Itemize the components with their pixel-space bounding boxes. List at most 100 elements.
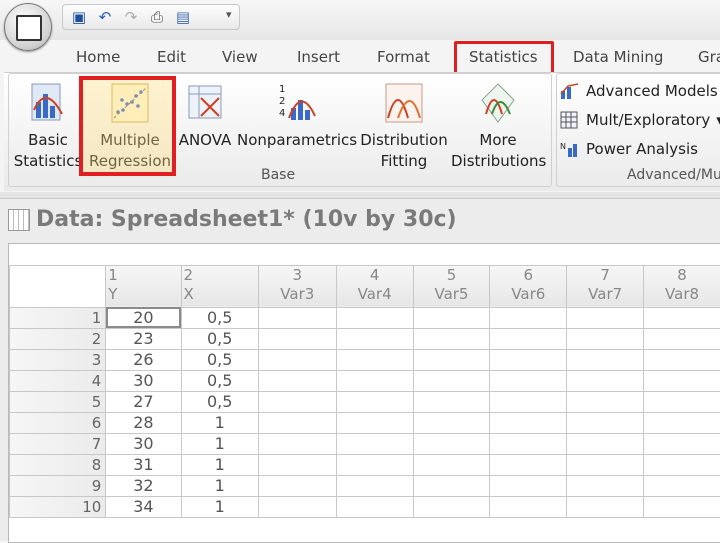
column-header-var7[interactable]: 7Var7 bbox=[567, 265, 644, 307]
row-header[interactable]: 1 bbox=[10, 307, 106, 328]
cell[interactable] bbox=[336, 496, 413, 517]
distribution-fitting-button[interactable]: Distribution Fitting bbox=[359, 78, 449, 172]
cell[interactable] bbox=[567, 307, 644, 328]
cell[interactable] bbox=[336, 370, 413, 391]
cell[interactable] bbox=[336, 391, 413, 412]
row-header[interactable]: 8 bbox=[10, 454, 106, 475]
tab-data-mining[interactable]: Data Mining bbox=[573, 48, 663, 66]
cell[interactable] bbox=[644, 496, 720, 517]
cell[interactable] bbox=[490, 496, 567, 517]
cell[interactable] bbox=[490, 412, 567, 433]
tab-home[interactable]: Home bbox=[76, 48, 120, 66]
spreadsheet-grid[interactable]: 1Y 2X 3Var3 4Var4 5Var5 6Var6 7Var7 8Var… bbox=[8, 243, 720, 543]
basic-statistics-button[interactable]: Basic Statistics bbox=[13, 78, 83, 172]
cell[interactable] bbox=[336, 328, 413, 349]
cell-y[interactable]: 26 bbox=[106, 349, 181, 370]
cell[interactable] bbox=[336, 433, 413, 454]
cell[interactable] bbox=[413, 475, 490, 496]
column-header-x[interactable]: 2X bbox=[181, 265, 258, 307]
cell[interactable] bbox=[644, 328, 720, 349]
cell[interactable] bbox=[567, 391, 644, 412]
cell-x[interactable]: 1 bbox=[181, 412, 258, 433]
cell[interactable] bbox=[413, 391, 490, 412]
cell[interactable] bbox=[258, 412, 336, 433]
cell[interactable] bbox=[490, 475, 567, 496]
advanced-models-button[interactable]: Advanced Models▾ bbox=[560, 82, 720, 100]
cell[interactable] bbox=[258, 349, 336, 370]
application-menu-button[interactable] bbox=[4, 3, 52, 51]
more-distributions-button[interactable]: More Distributions bbox=[451, 78, 545, 172]
cell[interactable] bbox=[490, 307, 567, 328]
cell[interactable] bbox=[644, 454, 720, 475]
cell[interactable] bbox=[567, 475, 644, 496]
print-icon[interactable]: ⎙ bbox=[147, 8, 167, 26]
cell[interactable] bbox=[336, 412, 413, 433]
cell[interactable] bbox=[567, 496, 644, 517]
power-analysis-button[interactable]: N Power Analysis bbox=[560, 140, 698, 158]
cell[interactable] bbox=[258, 496, 336, 517]
tab-view[interactable]: View bbox=[222, 48, 258, 66]
tab-insert[interactable]: Insert bbox=[297, 48, 340, 66]
cell-y[interactable]: 34 bbox=[106, 496, 181, 517]
cell[interactable] bbox=[644, 475, 720, 496]
cell[interactable] bbox=[413, 412, 490, 433]
cell[interactable] bbox=[413, 496, 490, 517]
undo-icon[interactable]: ↶ bbox=[95, 8, 115, 26]
column-header-var3[interactable]: 3Var3 bbox=[258, 265, 336, 307]
row-header[interactable]: 6 bbox=[10, 412, 106, 433]
cell[interactable] bbox=[413, 433, 490, 454]
cell[interactable] bbox=[567, 349, 644, 370]
cell[interactable] bbox=[490, 391, 567, 412]
tab-edit[interactable]: Edit bbox=[157, 48, 186, 66]
tab-format[interactable]: Format bbox=[377, 48, 430, 66]
cell[interactable] bbox=[490, 328, 567, 349]
cell-y[interactable]: 27 bbox=[106, 391, 181, 412]
cell[interactable] bbox=[490, 349, 567, 370]
cell[interactable] bbox=[413, 328, 490, 349]
cell-x[interactable]: 0,5 bbox=[181, 391, 258, 412]
cell[interactable] bbox=[258, 475, 336, 496]
cell[interactable] bbox=[567, 454, 644, 475]
cell[interactable] bbox=[258, 307, 336, 328]
column-header-y[interactable]: 1Y bbox=[106, 265, 181, 307]
cell[interactable] bbox=[644, 412, 720, 433]
cell-x[interactable]: 0,5 bbox=[181, 349, 258, 370]
cell[interactable] bbox=[336, 349, 413, 370]
cell-x[interactable]: 1 bbox=[181, 454, 258, 475]
cell[interactable] bbox=[258, 454, 336, 475]
cell-y[interactable]: 28 bbox=[106, 412, 181, 433]
cell[interactable] bbox=[490, 454, 567, 475]
cell[interactable] bbox=[413, 349, 490, 370]
cell[interactable] bbox=[644, 307, 720, 328]
cell-x[interactable]: 0,5 bbox=[181, 328, 258, 349]
cell[interactable] bbox=[567, 412, 644, 433]
cell-y[interactable]: 31 bbox=[106, 454, 181, 475]
cell[interactable] bbox=[336, 454, 413, 475]
cell[interactable] bbox=[413, 454, 490, 475]
row-header[interactable]: 3 bbox=[10, 349, 106, 370]
cell[interactable] bbox=[258, 391, 336, 412]
row-header[interactable]: 2 bbox=[10, 328, 106, 349]
row-header[interactable]: 7 bbox=[10, 433, 106, 454]
row-header[interactable]: 10 bbox=[10, 496, 106, 517]
cell[interactable] bbox=[258, 433, 336, 454]
grid-corner[interactable] bbox=[10, 265, 106, 307]
cell[interactable] bbox=[567, 328, 644, 349]
cell[interactable] bbox=[490, 370, 567, 391]
cell[interactable] bbox=[567, 433, 644, 454]
cell-y[interactable]: 30 bbox=[106, 433, 181, 454]
cell-y[interactable]: 23 bbox=[106, 328, 181, 349]
mult-exploratory-button[interactable]: Mult/Exploratory▾ bbox=[560, 111, 720, 129]
row-header[interactable]: 5 bbox=[10, 391, 106, 412]
cell[interactable] bbox=[567, 370, 644, 391]
cell-x[interactable]: 1 bbox=[181, 496, 258, 517]
redo-icon[interactable]: ↷ bbox=[121, 8, 141, 26]
cell-x[interactable]: 0,5 bbox=[181, 307, 258, 328]
properties-icon[interactable]: ▤ bbox=[173, 8, 193, 26]
cell[interactable] bbox=[644, 349, 720, 370]
customize-toolbar-dropdown-icon[interactable]: ▾ bbox=[226, 8, 232, 21]
row-header[interactable]: 4 bbox=[10, 370, 106, 391]
nonparametrics-button[interactable]: 124 Nonparametrics bbox=[237, 78, 357, 151]
cell[interactable] bbox=[644, 433, 720, 454]
cell[interactable] bbox=[336, 307, 413, 328]
